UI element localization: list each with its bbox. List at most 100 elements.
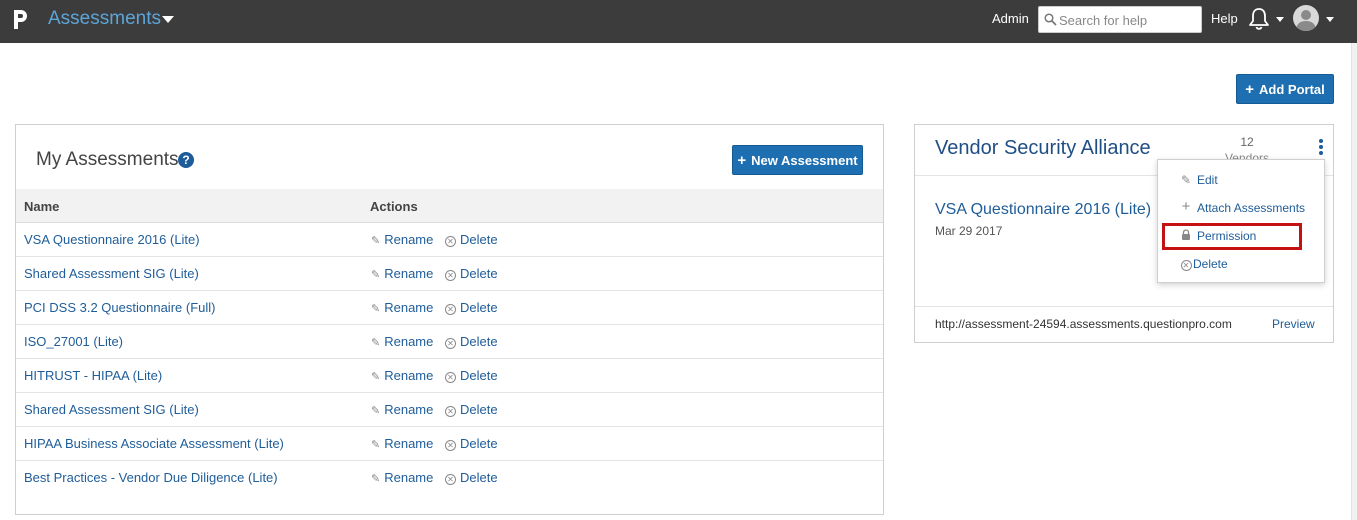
delete-action[interactable]: ✕ Delete [445,368,498,383]
chevron-down-icon[interactable] [162,16,174,23]
delete-circle-icon: ✕ [445,304,456,315]
table-header: Name Actions [16,189,883,223]
table-row: PCI DSS 3.2 Questionnaire (Full) ✎ Rename… [16,291,883,325]
table-row: HITRUST - HIPAA (Lite) ✎ Rename ✕ Delete [16,359,883,393]
menu-item-attach-assessments[interactable]: + Attach Assessments [1158,195,1324,221]
new-assessment-button[interactable]: + New Assessment [732,145,863,175]
rename-label: Rename [384,266,434,281]
edit-icon: ✎ [371,439,381,451]
plus-icon: + [1245,80,1255,98]
rename-action[interactable]: ✎ Rename [371,470,433,485]
portal-title[interactable]: Vendor Security Alliance [935,137,1151,160]
rename-label: Rename [384,402,434,417]
help-link[interactable]: Help [1211,11,1238,26]
rename-label: Rename [384,232,434,247]
rename-action[interactable]: ✎ Rename [371,266,433,281]
delete-circle-icon: ✕ [1180,257,1192,271]
table-row: Best Practices - Vendor Due Diligence (L… [16,461,883,495]
delete-action[interactable]: ✕ Delete [445,470,498,485]
assessment-name-link[interactable]: Shared Assessment SIG (Lite) [24,266,199,281]
delete-circle-icon: ✕ [445,270,456,281]
delete-action[interactable]: ✕ Delete [445,436,498,451]
plus-icon: + [737,151,747,169]
assessment-name-link[interactable]: PCI DSS 3.2 Questionnaire (Full) [24,300,215,315]
delete-action[interactable]: ✕ Delete [445,232,498,247]
table-row: ISO_27001 (Lite) ✎ Rename ✕ Delete [16,325,883,359]
assessment-name-link[interactable]: Shared Assessment SIG (Lite) [24,402,199,417]
menu-item-label: Delete [1193,257,1228,271]
table-row: VSA Questionnaire 2016 (Lite) ✎ Rename ✕ D… [16,223,883,257]
table-row: Shared Assessment SIG (Lite) ✎ Rename ✕ De… [16,393,883,427]
assessment-name-link[interactable]: Best Practices - Vendor Due Diligence (L… [24,470,278,485]
rename-action[interactable]: ✎ Rename [371,368,433,383]
assessment-name-link[interactable]: HIPAA Business Associate Assessment (Lit… [24,436,284,451]
vendor-count: 12 [1240,135,1254,149]
top-navigation-bar: Assessments Admin Help [0,0,1357,43]
permission-highlight-box [1162,223,1302,250]
table-row: HIPAA Business Associate Assessment (Lit… [16,427,883,461]
edit-icon: ✎ [371,473,381,485]
add-portal-label: Add Portal [1259,81,1325,97]
delete-label: Delete [460,232,498,247]
portal-options-menu: ✎ Edit + Attach Assessments Permission ✕… [1157,159,1325,283]
rename-label: Rename [384,368,434,383]
delete-circle-icon: ✕ [445,372,456,383]
notification-bell-icon[interactable] [1247,6,1271,32]
delete-action[interactable]: ✕ Delete [445,300,498,315]
rename-action[interactable]: ✎ Rename [371,300,433,315]
new-assessment-label: New Assessment [751,152,858,168]
delete-circle-icon: ✕ [445,236,456,247]
delete-label: Delete [460,368,498,383]
plus-icon: + [1181,198,1191,215]
menu-item-edit[interactable]: ✎ Edit [1158,167,1324,193]
user-menu-chevron-down-icon[interactable] [1326,17,1334,22]
delete-action[interactable]: ✕ Delete [445,266,498,281]
portal-url[interactable]: http://assessment-24594.assessments.ques… [935,317,1232,331]
assessment-name-link[interactable]: ISO_27001 (Lite) [24,334,123,349]
help-search-input[interactable] [1059,10,1197,30]
page-scrollbar[interactable] [1351,43,1357,520]
rename-action[interactable]: ✎ Rename [371,402,433,417]
rename-label: Rename [384,470,434,485]
app-switcher-title[interactable]: Assessments [48,8,161,30]
rename-action[interactable]: ✎ Rename [371,334,433,349]
menu-item-label: Attach Assessments [1197,201,1306,215]
delete-action[interactable]: ✕ Delete [445,402,498,417]
questionpro-logo-icon[interactable] [10,7,30,33]
table-row: Shared Assessment SIG (Lite) ✎ Rename ✕ De… [16,257,883,291]
delete-circle-icon: ✕ [445,474,456,485]
delete-action[interactable]: ✕ Delete [445,334,498,349]
notifications-chevron-down-icon[interactable] [1276,17,1284,22]
delete-label: Delete [460,266,498,281]
assessment-date: Mar 29 2017 [935,224,1003,238]
edit-icon: ✎ [1180,173,1192,187]
delete-label: Delete [460,300,498,315]
add-portal-button[interactable]: + Add Portal [1236,74,1334,104]
rename-action[interactable]: ✎ Rename [371,436,433,451]
attached-assessment-link[interactable]: VSA Questionnaire 2016 (Lite) [935,201,1151,219]
rename-label: Rename [384,334,434,349]
delete-circle-icon: ✕ [445,338,456,349]
edit-icon: ✎ [371,337,381,349]
edit-icon: ✎ [371,371,381,383]
question-help-icon[interactable]: ? [178,152,194,168]
edit-icon: ✎ [371,235,381,247]
delete-label: Delete [460,402,498,417]
column-header-actions: Actions [370,199,418,214]
rename-action[interactable]: ✎ Rename [371,232,433,247]
edit-icon: ✎ [371,405,381,417]
help-search-box [1038,6,1202,33]
assessment-name-link[interactable]: VSA Questionnaire 2016 (Lite) [24,232,200,247]
more-options-kebab-icon[interactable] [1318,139,1324,157]
my-assessments-panel: My Assessments ? + New Assessment Name Ac… [15,124,884,515]
delete-circle-icon: ✕ [445,406,456,417]
edit-icon: ✎ [371,303,381,315]
delete-label: Delete [460,334,498,349]
preview-link[interactable]: Preview [1272,317,1315,331]
admin-link[interactable]: Admin [992,11,1029,26]
assessment-name-link[interactable]: HITRUST - HIPAA (Lite) [24,368,162,383]
rename-label: Rename [384,436,434,451]
menu-item-delete[interactable]: ✕ Delete [1158,251,1324,277]
user-avatar[interactable] [1293,5,1319,31]
search-icon [1044,13,1057,26]
